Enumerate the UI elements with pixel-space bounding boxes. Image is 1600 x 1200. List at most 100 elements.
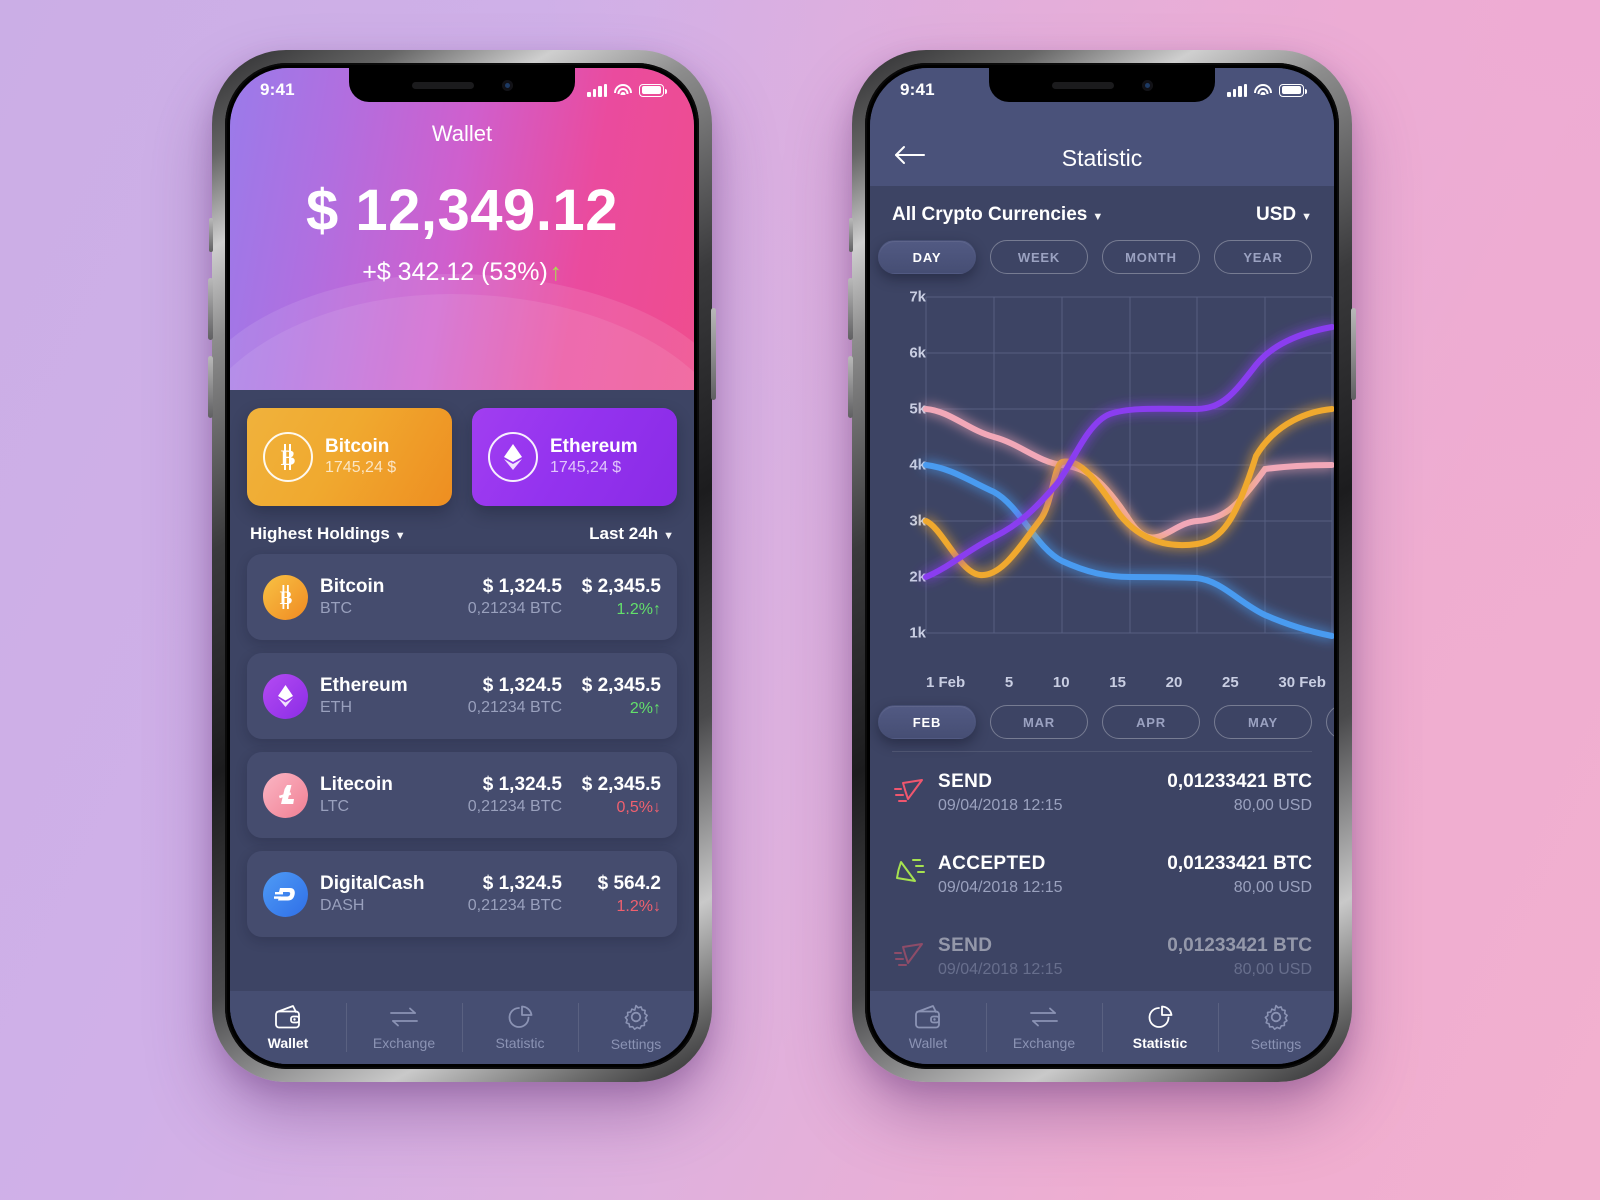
wifi-icon <box>1254 83 1272 97</box>
tab-settings[interactable]: Settings <box>578 991 694 1064</box>
holding-change-value: 1.2% <box>616 600 653 618</box>
tab-label: Settings <box>610 1036 662 1052</box>
transaction-row[interactable]: SEND 09/04/2018 12:15 0,01233421 BTC 80,… <box>892 916 1312 998</box>
tab-statistic[interactable]: Statistic <box>1102 991 1218 1064</box>
accepted-glyph <box>896 858 925 882</box>
mute-switch[interactable] <box>849 218 853 252</box>
range-pill-row: DAY WEEK MONTH YEAR <box>870 226 1318 274</box>
holding-row-dash[interactable]: DigitalCash DASH $ 1,324.5 0,21234 BTC $… <box>247 851 677 937</box>
transaction-type: SEND <box>938 935 993 956</box>
volume-down-button[interactable] <box>208 356 213 418</box>
holding-change: 1.2%↓ <box>562 898 661 916</box>
coin-card-list: B Bitcoin 1745,24 $ Ethereum 1745,24 $ <box>230 390 694 506</box>
transaction-usd: 80,00 USD <box>1233 879 1312 896</box>
holdings-list: B Bitcoin BTC $ 1,324.5 0,21234 BTC $ 2,… <box>230 554 694 937</box>
exchange-icon <box>1030 1007 1058 1027</box>
month-pill-apr[interactable]: APR <box>1102 705 1200 739</box>
tab-label: Wallet <box>908 1035 948 1051</box>
wallet-delta-value: +$ 342.12 (53%) <box>362 258 548 286</box>
statistic-filter-row: All Crypto Currencies ▼ USD ▼ <box>870 186 1334 226</box>
range-pill-month[interactable]: MONTH <box>1102 240 1200 274</box>
dash-icon <box>263 871 308 917</box>
holding-amount: 0,21234 BTC <box>467 600 562 617</box>
month-pill-next[interactable] <box>1326 705 1334 739</box>
tab-settings[interactable]: Settings <box>1218 991 1334 1064</box>
bottom-tab-bar: Wallet Exchange Statistic Settings <box>230 991 694 1064</box>
holding-amount: 0,21234 BTC <box>467 897 562 914</box>
litecoin-icon <box>263 772 308 818</box>
volume-down-button[interactable] <box>848 356 853 418</box>
month-pill-may[interactable]: MAY <box>1214 705 1312 739</box>
wifi-icon <box>614 83 632 97</box>
tab-statistic[interactable]: Statistic <box>462 991 578 1064</box>
tab-wallet[interactable]: Wallet <box>870 991 986 1064</box>
earpiece-speaker <box>411 81 474 89</box>
arrow-up-icon: ↑ <box>653 699 661 717</box>
bitcoin-icon: B <box>263 574 308 620</box>
coin-card-name: Ethereum <box>550 435 638 457</box>
holding-name: Bitcoin <box>320 576 385 597</box>
tab-exchange[interactable]: Exchange <box>986 991 1102 1064</box>
phone-statistic: 9:41 Statistic All Crypto Currencies ▼ U… <box>848 50 1356 1082</box>
x-tick-label: 15 <box>1109 674 1126 691</box>
range-pill-day[interactable]: DAY <box>878 240 976 274</box>
ethereum-icon <box>263 673 308 719</box>
fiat-filter-label: USD <box>1255 204 1297 225</box>
coin-card-ethereum[interactable]: Ethereum 1745,24 $ <box>472 408 677 506</box>
currency-filter-dropdown[interactable]: All Crypto Currencies ▼ <box>892 204 1103 226</box>
battery-icon <box>1279 83 1307 97</box>
chevron-down-icon: ▼ <box>1092 211 1104 223</box>
holding-amount: 0,21234 BTC <box>467 798 562 815</box>
cellular-bars-icon <box>1227 83 1247 97</box>
volume-up-button[interactable] <box>848 278 853 340</box>
tab-label: Settings <box>1250 1036 1302 1052</box>
coin-card-bitcoin[interactable]: B Bitcoin 1745,24 $ <box>247 408 452 506</box>
x-tick-label: 20 <box>1165 674 1183 691</box>
chart-svg <box>923 296 1334 639</box>
sort-dropdown[interactable]: Highest Holdings ▼ <box>250 524 406 544</box>
tab-label: Wallet <box>267 1035 309 1051</box>
transaction-usd: 80,00 USD <box>1233 961 1312 978</box>
fiat-filter-dropdown[interactable]: USD ▼ <box>1256 204 1312 226</box>
svg-text:B: B <box>279 588 292 609</box>
chevron-down-icon: ▼ <box>394 530 406 542</box>
accepted-icon <box>892 858 938 893</box>
svg-text:B: B <box>281 445 296 470</box>
power-button[interactable] <box>711 308 716 400</box>
mute-switch[interactable] <box>209 218 213 252</box>
tab-exchange[interactable]: Exchange <box>346 991 462 1064</box>
holding-change: 2%↑ <box>562 700 661 718</box>
period-dropdown[interactable]: Last 24h ▼ <box>589 524 674 544</box>
holding-total: $ 564.2 <box>597 872 661 894</box>
volume-up-button[interactable] <box>208 278 213 340</box>
wallet-screen: 9:41 Wallet $ 12,349.12 +$ 342.12 (53%) … <box>230 68 694 1064</box>
holding-value: $ 1,324.5 <box>482 675 562 696</box>
price-line-chart[interactable]: 7k 6k 5k 4k 3k 2k 1k <box>870 280 1334 668</box>
arrow-down-icon: ↓ <box>653 897 661 915</box>
holding-amount: 0,21234 BTC <box>467 699 562 716</box>
month-pill-feb[interactable]: FEB <box>878 705 976 739</box>
holding-row-litecoin[interactable]: Litecoin LTC $ 1,324.5 0,21234 BTC $ 2,3… <box>247 752 677 838</box>
wallet-header: Wallet $ 12,349.12 +$ 342.12 (53%) ↑ <box>230 68 694 390</box>
holding-symbol: DASH <box>320 897 365 914</box>
range-pill-week[interactable]: WEEK <box>990 240 1088 274</box>
holding-value: $ 1,324.5 <box>482 873 562 894</box>
transaction-row[interactable]: SEND 09/04/2018 12:15 0,01233421 BTC 80,… <box>892 752 1312 834</box>
transaction-row[interactable]: ACCEPTED 09/04/2018 12:15 0,01233421 BTC… <box>892 834 1312 916</box>
notch <box>989 68 1215 102</box>
range-pill-year[interactable]: YEAR <box>1214 240 1312 274</box>
holding-row-bitcoin[interactable]: B Bitcoin BTC $ 1,324.5 0,21234 BTC $ 2,… <box>247 554 677 640</box>
statistic-screen: 9:41 Statistic All Crypto Currencies ▼ U… <box>870 68 1334 1064</box>
month-pill-mar[interactable]: MAR <box>990 705 1088 739</box>
coin-card-name: Bitcoin <box>325 435 390 457</box>
tab-wallet[interactable]: Wallet <box>230 991 346 1064</box>
power-button[interactable] <box>1351 308 1356 400</box>
tab-label: Exchange <box>1012 1035 1076 1051</box>
holding-total: $ 2,345.5 <box>581 674 661 696</box>
x-tick-label: 1 Feb <box>926 674 966 691</box>
transaction-amount: 0,01233421 BTC <box>1167 771 1312 792</box>
holding-row-ethereum[interactable]: Ethereum ETH $ 1,324.5 0,21234 BTC $ 2,3… <box>247 653 677 739</box>
send-icon <box>892 940 938 975</box>
currency-filter-label: All Crypto Currencies <box>892 204 1088 225</box>
statistic-icon <box>1148 1005 1173 1028</box>
